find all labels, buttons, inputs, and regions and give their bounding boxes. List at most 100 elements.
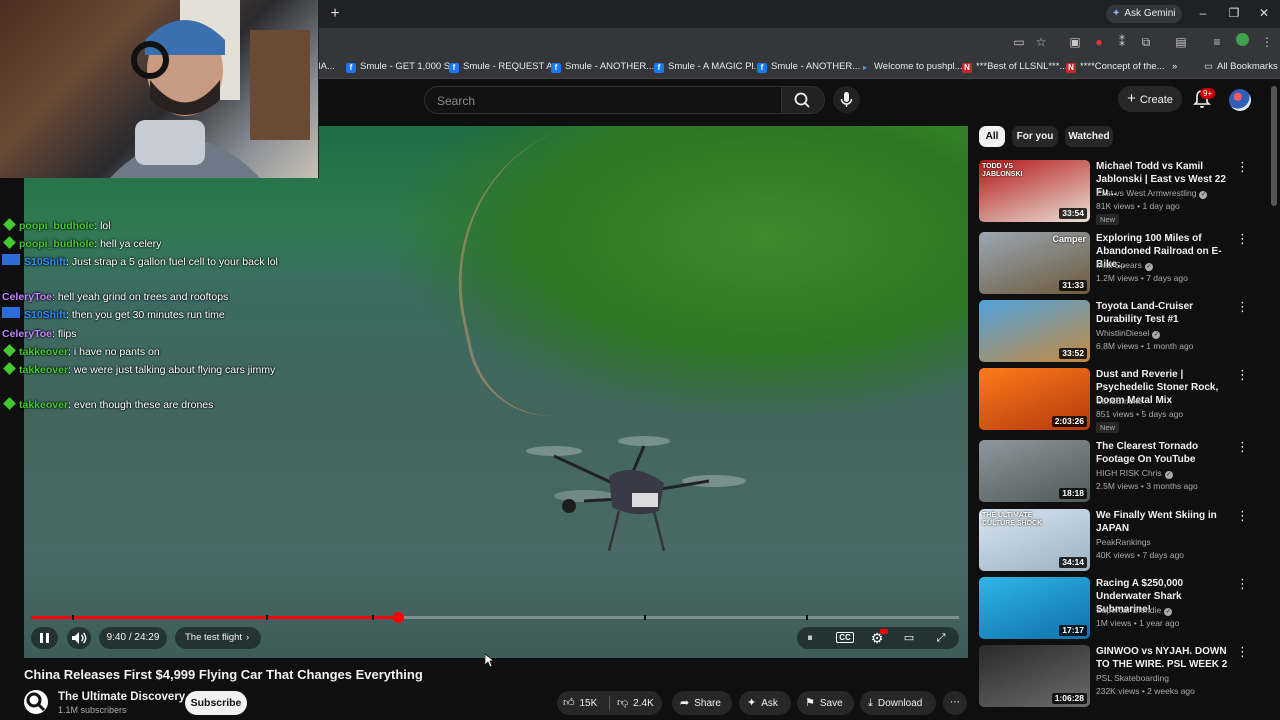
theater-mode-icon[interactable]: ▭: [898, 629, 920, 647]
bookmark-star-icon[interactable]: ☆: [1032, 33, 1050, 51]
more-vertical-icon[interactable]: ⋮: [1236, 645, 1249, 661]
volume-button[interactable]: [67, 627, 91, 649]
channel-avatar[interactable]: [24, 690, 48, 714]
recommended-video-channel[interactable]: HIGH RISK Chris ✓: [1096, 467, 1173, 479]
reading-list-icon[interactable]: ≡: [1208, 33, 1226, 51]
more-vertical-icon[interactable]: ⋮: [1236, 160, 1249, 176]
bookmark-item[interactable]: ▸ Welcome to pushpl...: [860, 56, 963, 78]
recommended-video[interactable]: THE ULTIMATE CULTURE SHOCK 34:14 We Finall…: [979, 509, 1269, 573]
chat-badge-icon: [3, 362, 16, 375]
more-horizontal-icon: ⋯: [950, 697, 960, 708]
search-input[interactable]: [435, 91, 769, 111]
extension-icon[interactable]: ▣: [1066, 33, 1084, 51]
chip-all[interactable]: All: [979, 126, 1005, 147]
recommended-video[interactable]: 33:52 Toyota Land-Cruiser Durability Test…: [979, 300, 1269, 364]
create-button[interactable]: + Create: [1118, 86, 1182, 112]
share-button[interactable]: ➦ Share: [672, 691, 732, 715]
extension-record-icon[interactable]: ●: [1090, 33, 1108, 51]
video-thumbnail[interactable]: 18:18: [979, 440, 1090, 502]
nbc-icon: N: [962, 63, 972, 73]
bookmark-item[interactable]: f Smule - REQUEST A...: [449, 56, 561, 78]
chip-for-you[interactable]: For you: [1012, 126, 1058, 147]
dislike-button[interactable]: 👎︎ 2.4K: [617, 691, 654, 716]
profile-icon[interactable]: [1233, 33, 1251, 51]
recommended-video[interactable]: Camper 31:33 Exploring 100 Miles of Abando…: [979, 232, 1269, 296]
bookmark-item[interactable]: N ****Concept of the...: [1066, 56, 1165, 78]
gemini-icon: ✦: [1112, 8, 1121, 19]
more-vertical-icon[interactable]: ⋮: [1236, 509, 1249, 525]
bookmark-item[interactable]: N ***Best of LLSNL***...: [962, 56, 1067, 78]
recommended-video[interactable]: 1:06:28 GINWOO vs NYJAH. DOWN TO THE WIRE…: [979, 645, 1269, 709]
bookmarks-overflow-icon[interactable]: »: [1172, 56, 1177, 78]
more-vertical-icon[interactable]: ⋮: [1236, 232, 1249, 248]
pause-button[interactable]: [31, 627, 58, 649]
browser-menu-icon[interactable]: ⋮: [1258, 33, 1276, 51]
progress-scrubber[interactable]: [392, 612, 404, 623]
more-actions-button[interactable]: ⋯: [943, 691, 967, 715]
all-bookmarks-button[interactable]: ▭ All Bookmarks: [1204, 56, 1278, 78]
video-thumbnail[interactable]: THE ULTIMATE CULTURE SHOCK 34:14: [979, 509, 1090, 571]
more-vertical-icon[interactable]: ⋮: [1236, 300, 1249, 316]
download-button[interactable]: ⤓ Download: [860, 691, 936, 715]
fullscreen-icon[interactable]: ⤢: [930, 629, 952, 647]
video-thumbnail[interactable]: Camper 31:33: [979, 232, 1090, 294]
search-button[interactable]: [781, 86, 825, 114]
bookmark-item[interactable]: f Smule - ANOTHER...: [757, 56, 860, 78]
recommended-video-title[interactable]: Toyota Land-Cruiser Durability Test #1: [1096, 300, 1231, 326]
more-vertical-icon[interactable]: ⋮: [1236, 368, 1249, 384]
chip-watched[interactable]: Watched: [1065, 126, 1113, 147]
new-tab-button[interactable]: +: [328, 4, 342, 24]
subtitles-icon[interactable]: CC: [834, 629, 856, 647]
ask-button[interactable]: ✦ Ask: [739, 691, 791, 715]
video-thumbnail[interactable]: 2:03:26: [979, 368, 1090, 430]
recommended-video-channel[interactable]: East vs West Armwrestling ✓: [1096, 187, 1208, 199]
minimize-button[interactable]: –: [1191, 4, 1215, 22]
recommended-video-meta: 1M views • 1 year ago: [1096, 618, 1180, 628]
chapter-button[interactable]: The test flight ›: [175, 627, 261, 649]
like-button[interactable]: 👍︎ 15K: [563, 691, 597, 716]
recommended-video-meta: 81K views • 1 day ago: [1096, 201, 1180, 211]
subscribe-button[interactable]: Subscribe: [185, 691, 247, 715]
channel-name[interactable]: The Ultimate Discovery: [58, 690, 185, 704]
bookmark-item[interactable]: f Smule - GET 1,000 S...: [346, 56, 458, 78]
more-vertical-icon[interactable]: ⋮: [1236, 440, 1249, 456]
autoplay-toggle-icon[interactable]: ⏸: [799, 629, 821, 647]
video-thumbnail[interactable]: 17:17: [979, 577, 1090, 639]
bookmark-item[interactable]: f Smule - ANOTHER...: [551, 56, 654, 78]
restore-button[interactable]: ❐: [1222, 4, 1246, 22]
close-window-button[interactable]: ✕: [1252, 4, 1276, 22]
recommended-video-channel[interactable]: PeakRankings: [1096, 536, 1151, 548]
side-panel-icon[interactable]: ▤: [1172, 33, 1190, 51]
chat-text: : then you get 30 minutes run time: [66, 309, 225, 321]
page-scrollbar[interactable]: [1271, 86, 1277, 206]
recommended-video-title[interactable]: GINWOO vs NYJAH. DOWN TO THE WIRE. PSL W…: [1096, 645, 1231, 671]
extensions-puzzle-icon[interactable]: ⧉: [1137, 33, 1155, 51]
recommended-video-channel[interactable]: SandSmoke: [1096, 395, 1142, 407]
more-vertical-icon[interactable]: ⋮: [1236, 577, 1249, 593]
recommended-video-channel[interactable]: PSL Skateboarding: [1096, 672, 1169, 684]
extension-icon[interactable]: ⁑: [1113, 33, 1131, 51]
cast-icon[interactable]: ▭: [1010, 33, 1028, 51]
recommended-video-channel[interactable]: WhistlinDiesel ✓: [1096, 327, 1161, 339]
settings-gear-icon[interactable]: ⚙: [866, 629, 888, 647]
recommended-video[interactable]: 2:03:26 Dust and Reverie | Psychedelic St…: [979, 368, 1269, 433]
bookmark-item[interactable]: f Smule - A MAGIC Pl...: [654, 56, 761, 78]
video-thumbnail[interactable]: 1:06:28: [979, 645, 1090, 707]
recommended-video[interactable]: TODD VS JABLONSKI 33:54 Michael Todd vs Ka…: [979, 160, 1269, 225]
channel-name-text: SandSmoke: [1096, 396, 1143, 406]
video-thumbnail[interactable]: 33:52: [979, 300, 1090, 362]
search-icon: [794, 92, 810, 108]
bookmark-label: Smule - GET 1,000 S...: [360, 61, 459, 72]
recommended-video-title[interactable]: We Finally Went Skiing in JAPAN: [1096, 509, 1231, 535]
recommended-video-title[interactable]: The Clearest Tornado Footage On YouTube: [1096, 440, 1231, 466]
recommended-video-channel[interactable]: Supercar Blondie ✓: [1096, 604, 1173, 616]
save-button[interactable]: ⚑ Save: [797, 691, 854, 715]
recommended-video[interactable]: 18:18 The Clearest Tornado Footage On You…: [979, 440, 1269, 504]
ask-gemini-button[interactable]: ✦ Ask Gemini: [1106, 5, 1182, 23]
recommended-video[interactable]: 17:17 Racing A $250,000 Underwater Shark …: [979, 577, 1269, 641]
video-thumbnail[interactable]: TODD VS JABLONSKI 33:54: [979, 160, 1090, 222]
account-avatar[interactable]: [1229, 89, 1251, 111]
voice-search-button[interactable]: [833, 86, 860, 113]
recommended-video-channel[interactable]: Matt Spears ✓: [1096, 259, 1153, 271]
bookmark-item[interactable]: IA...: [318, 56, 335, 78]
